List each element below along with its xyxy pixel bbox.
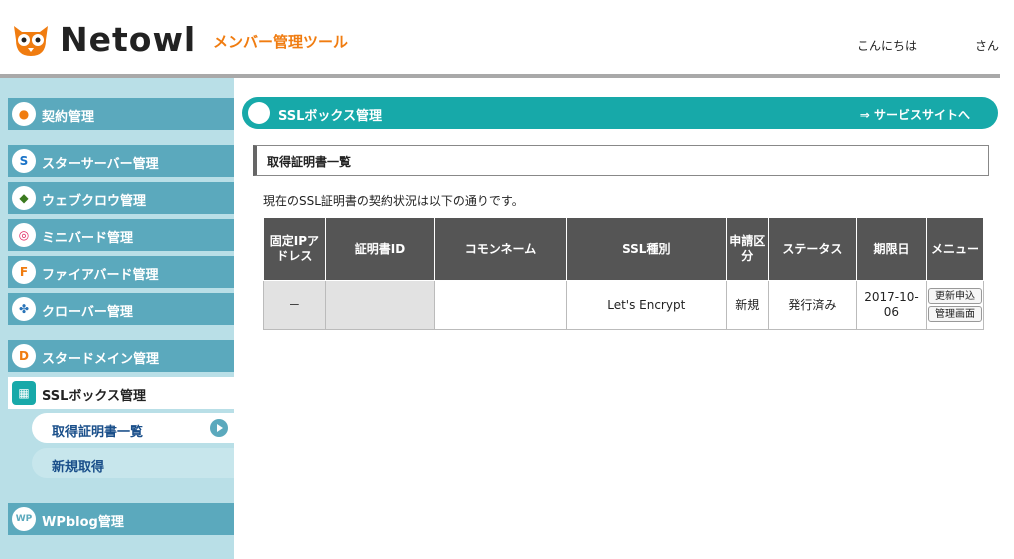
cell-common-name	[434, 280, 567, 330]
sidebar-item-sslbox[interactable]: ▦ SSLボックス管理	[8, 377, 234, 409]
table-row: － Let's Encrypt 新規 発行済み 2017-10-06 更新申込 …	[263, 280, 984, 330]
greeting: こんにちは	[857, 39, 918, 53]
sidebar-item-label: ミニバード管理	[42, 231, 134, 246]
tool-name: メンバー管理ツール	[213, 33, 349, 51]
cell-expiry: 2017-10-06	[855, 280, 928, 330]
sidebar-item-star-server[interactable]: S スターサーバー管理	[8, 145, 234, 177]
sidebar-subitem-label: 取得証明書一覧	[52, 425, 144, 440]
sidebar-item-label: ファイアバード管理	[42, 268, 159, 283]
description: 現在のSSL証明書の契約状況は以下の通りです。	[263, 194, 524, 208]
col-fixed-ip: 固定IPアドレス	[263, 217, 326, 281]
table-header-row: 固定IPアドレス 証明書ID コモンネーム SSL種別 申請区分 ステータス 期…	[263, 217, 984, 281]
section-header: SSLボックス管理 ⇒ サービスサイトへ	[242, 97, 998, 129]
sidebar-item-firebird[interactable]: F ファイアバード管理	[8, 256, 234, 288]
col-ssl-type: SSL種別	[565, 217, 727, 281]
greeting-suffix: さん	[975, 39, 1000, 53]
owl-logo-icon	[14, 26, 48, 56]
arrow-right-icon	[210, 419, 228, 437]
cell-category: 新規	[725, 280, 769, 330]
sidebar: ● 契約管理 S スターサーバー管理 ◆ ウェブクロウ管理 ◎ ミニバード管理 …	[0, 78, 234, 559]
sidebar-item-wpblog[interactable]: WP WPblog管理	[8, 503, 234, 535]
col-category: 申請区分	[725, 217, 769, 281]
cell-cert-id	[324, 280, 436, 330]
sslbox-icon: ▦	[12, 381, 36, 405]
sidebar-subitem-new[interactable]: 新規取得	[32, 448, 234, 478]
sidebar-item-contract[interactable]: ● 契約管理	[8, 98, 234, 130]
sidebar-subitem-cert-list[interactable]: 取得証明書一覧	[32, 413, 234, 443]
subheading-text: 取得証明書一覧	[267, 155, 352, 169]
sidebar-item-label: スタードメイン管理	[42, 352, 160, 367]
sidebar-item-label: SSLボックス管理	[42, 389, 147, 404]
sslbox-icon	[248, 102, 270, 124]
firebird-icon: F	[12, 260, 36, 284]
sidebar-item-label: スターサーバー管理	[42, 157, 159, 172]
clover-icon: ✤	[12, 297, 36, 321]
col-menu: メニュー	[926, 217, 984, 281]
wp-icon: WP	[12, 507, 36, 531]
cell-menu: 更新申込 管理画面	[926, 280, 984, 330]
certificate-table: 固定IPアドレス 証明書ID コモンネーム SSL種別 申請区分 ステータス 期…	[263, 217, 984, 330]
sidebar-item-star-domain[interactable]: D スタードメイン管理	[8, 340, 234, 372]
star-domain-icon: D	[12, 344, 36, 368]
col-common-name: コモンネーム	[434, 217, 567, 281]
minibird-icon: ◎	[12, 223, 36, 247]
owl-icon: ●	[12, 102, 36, 126]
star-server-icon: S	[12, 149, 36, 173]
col-cert-id: 証明書ID	[324, 217, 436, 281]
logo-text[interactable]: Netowl	[60, 20, 196, 59]
sidebar-item-label: 契約管理	[42, 110, 95, 125]
subheading: 取得証明書一覧	[253, 145, 989, 176]
sidebar-item-label: ウェブクロウ管理	[42, 194, 147, 209]
col-expiry: 期限日	[855, 217, 928, 281]
crow-icon: ◆	[12, 186, 36, 210]
cell-ssl-type: Let's Encrypt	[565, 280, 727, 330]
admin-panel-button[interactable]: 管理画面	[928, 306, 982, 322]
cell-status: 発行済み	[767, 280, 857, 330]
sidebar-item-minibird[interactable]: ◎ ミニバード管理	[8, 219, 234, 251]
app-header: Netowl メンバー管理ツール こんにちは さん	[0, 0, 1014, 74]
section-title: SSLボックス管理	[278, 109, 383, 124]
renew-button[interactable]: 更新申込	[928, 288, 982, 304]
sidebar-item-label: WPblog管理	[42, 515, 124, 530]
sidebar-subitem-label: 新規取得	[52, 460, 105, 475]
cell-fixed-ip: －	[263, 280, 326, 330]
sidebar-item-label: クローバー管理	[42, 305, 133, 320]
service-site-link[interactable]: ⇒ サービスサイトへ	[860, 106, 970, 123]
sidebar-item-clover[interactable]: ✤ クローバー管理	[8, 293, 234, 325]
sidebar-item-webcrow[interactable]: ◆ ウェブクロウ管理	[8, 182, 234, 214]
col-status: ステータス	[767, 217, 857, 281]
